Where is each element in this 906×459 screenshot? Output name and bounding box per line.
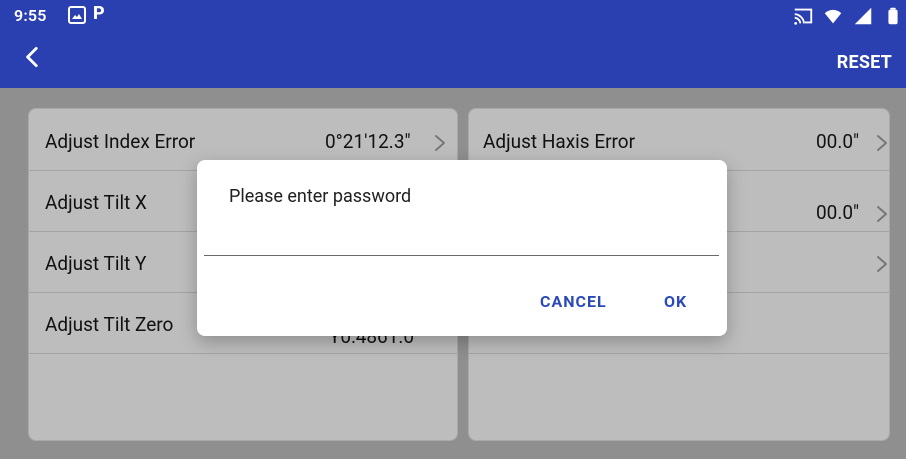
- wifi-icon: [824, 9, 842, 24]
- reset-button[interactable]: RESET: [837, 52, 892, 73]
- status-time: 9:55: [14, 6, 47, 25]
- password-dialog: Please enter password CANCEL OK: [197, 160, 727, 336]
- ok-button[interactable]: OK: [664, 292, 687, 311]
- photos-icon: [68, 6, 86, 24]
- status-right-icons: [792, 5, 906, 27]
- battery-icon: [888, 7, 898, 25]
- cancel-button[interactable]: CANCEL: [540, 292, 607, 311]
- back-chevron-icon[interactable]: [20, 44, 46, 70]
- password-input[interactable]: [204, 226, 719, 256]
- top-app-bar: 9:55 P RESET: [0, 0, 906, 88]
- signal-icon: [854, 7, 872, 25]
- p-icon: P: [93, 3, 105, 24]
- status-bar: 9:55 P: [0, 0, 906, 32]
- dialog-title: Please enter password: [229, 186, 412, 207]
- cast-icon: [794, 8, 813, 25]
